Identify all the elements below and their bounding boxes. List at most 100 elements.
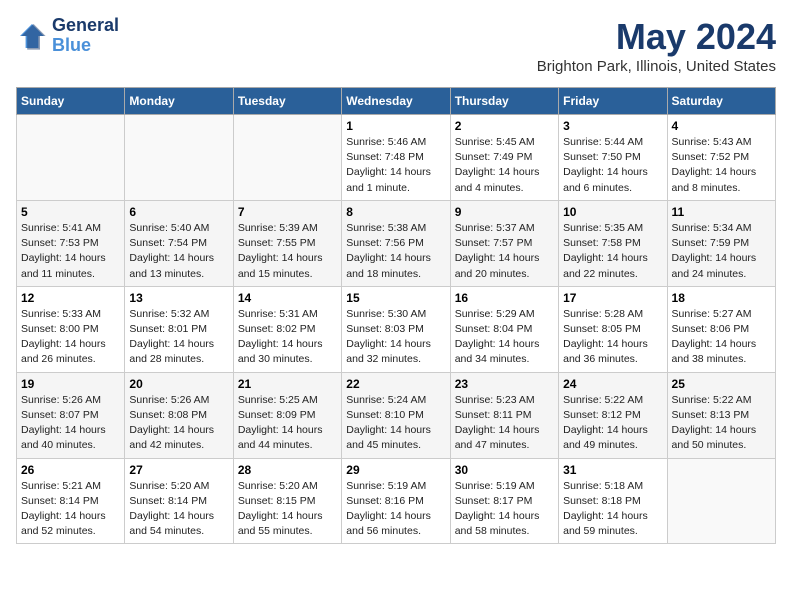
day-number: 11: [672, 205, 771, 219]
header-row: SundayMondayTuesdayWednesdayThursdayFrid…: [17, 88, 776, 115]
header-day-saturday: Saturday: [667, 88, 775, 115]
day-info: Sunrise: 5:37 AMSunset: 7:57 PMDaylight:…: [455, 221, 554, 282]
day-number: 5: [21, 205, 120, 219]
day-info: Sunrise: 5:26 AMSunset: 8:08 PMDaylight:…: [129, 393, 228, 454]
header-day-sunday: Sunday: [17, 88, 125, 115]
day-number: 8: [346, 205, 445, 219]
calendar-cell: 21Sunrise: 5:25 AMSunset: 8:09 PMDayligh…: [233, 372, 341, 458]
logo-line2: Blue: [52, 36, 119, 56]
header-day-wednesday: Wednesday: [342, 88, 450, 115]
day-info: Sunrise: 5:34 AMSunset: 7:59 PMDaylight:…: [672, 221, 771, 282]
day-number: 22: [346, 377, 445, 391]
calendar-table: SundayMondayTuesdayWednesdayThursdayFrid…: [16, 87, 776, 544]
header-day-monday: Monday: [125, 88, 233, 115]
logo-icon: [16, 20, 48, 52]
calendar-cell: [667, 458, 775, 544]
calendar-cell: [233, 115, 341, 201]
day-info: Sunrise: 5:20 AMSunset: 8:14 PMDaylight:…: [129, 479, 228, 540]
main-title: May 2024: [537, 16, 776, 58]
day-number: 30: [455, 463, 554, 477]
calendar-cell: 4 Sunrise: 5:43 AMSunset: 7:52 PMDaylight…: [667, 115, 775, 201]
day-info: Sunrise: 5:46 AMSunset: 7:48 PMDaylight:…: [346, 135, 445, 196]
day-info: Sunrise: 5:40 AMSunset: 7:54 PMDaylight:…: [129, 221, 228, 282]
day-number: 13: [129, 291, 228, 305]
calendar-cell: 16 Sunrise: 5:29 AMSunset: 8:04 PMDayligh…: [450, 286, 558, 372]
day-info: Sunrise: 5:23 AMSunset: 8:11 PMDaylight:…: [455, 393, 554, 454]
day-number: 7: [238, 205, 337, 219]
calendar-cell: 23Sunrise: 5:23 AMSunset: 8:11 PMDayligh…: [450, 372, 558, 458]
day-number: 3: [563, 119, 662, 133]
day-info: Sunrise: 5:19 AMSunset: 8:17 PMDaylight:…: [455, 479, 554, 540]
day-info: Sunrise: 5:27 AMSunset: 8:06 PMDaylight:…: [672, 307, 771, 368]
subtitle: Brighton Park, Illinois, United States: [537, 58, 776, 75]
calendar-body: 1 Sunrise: 5:46 AMSunset: 7:48 PMDaylight…: [17, 115, 776, 544]
day-number: 21: [238, 377, 337, 391]
title-block: May 2024 Brighton Park, Illinois, United…: [537, 16, 776, 75]
calendar-cell: 25 Sunrise: 5:22 AMSunset: 8:13 PMDayligh…: [667, 372, 775, 458]
day-info: Sunrise: 5:38 AMSunset: 7:56 PMDaylight:…: [346, 221, 445, 282]
calendar-cell: 27 Sunrise: 5:20 AMSunset: 8:14 PMDayligh…: [125, 458, 233, 544]
calendar-cell: 13 Sunrise: 5:32 AMSunset: 8:01 PMDayligh…: [125, 286, 233, 372]
day-info: Sunrise: 5:33 AMSunset: 8:00 PMDaylight:…: [21, 307, 120, 368]
day-number: 15: [346, 291, 445, 305]
page-header: General Blue May 2024 Brighton Park, Ill…: [16, 16, 776, 75]
day-info: Sunrise: 5:22 AMSunset: 8:13 PMDaylight:…: [672, 393, 771, 454]
calendar-cell: 19Sunrise: 5:26 AMSunset: 8:07 PMDayligh…: [17, 372, 125, 458]
day-number: 4: [672, 119, 771, 133]
day-number: 28: [238, 463, 337, 477]
calendar-week-3: 12 Sunrise: 5:33 AMSunset: 8:00 PMDayligh…: [17, 286, 776, 372]
day-number: 12: [21, 291, 120, 305]
calendar-cell: 22Sunrise: 5:24 AMSunset: 8:10 PMDayligh…: [342, 372, 450, 458]
day-info: Sunrise: 5:20 AMSunset: 8:15 PMDaylight:…: [238, 479, 337, 540]
day-info: Sunrise: 5:44 AMSunset: 7:50 PMDaylight:…: [563, 135, 662, 196]
calendar-cell: 20 Sunrise: 5:26 AMSunset: 8:08 PMDayligh…: [125, 372, 233, 458]
day-number: 20: [129, 377, 228, 391]
calendar-cell: 3 Sunrise: 5:44 AMSunset: 7:50 PMDaylight…: [559, 115, 667, 201]
day-info: Sunrise: 5:32 AMSunset: 8:01 PMDaylight:…: [129, 307, 228, 368]
day-number: 10: [563, 205, 662, 219]
day-info: Sunrise: 5:19 AMSunset: 8:16 PMDaylight:…: [346, 479, 445, 540]
day-number: 31: [563, 463, 662, 477]
calendar-cell: 15Sunrise: 5:30 AMSunset: 8:03 PMDayligh…: [342, 286, 450, 372]
day-info: Sunrise: 5:35 AMSunset: 7:58 PMDaylight:…: [563, 221, 662, 282]
header-day-tuesday: Tuesday: [233, 88, 341, 115]
calendar-cell: 10 Sunrise: 5:35 AMSunset: 7:58 PMDayligh…: [559, 200, 667, 286]
day-number: 6: [129, 205, 228, 219]
calendar-cell: [125, 115, 233, 201]
day-number: 26: [21, 463, 120, 477]
calendar-cell: [17, 115, 125, 201]
calendar-header: SundayMondayTuesdayWednesdayThursdayFrid…: [17, 88, 776, 115]
day-info: Sunrise: 5:26 AMSunset: 8:07 PMDaylight:…: [21, 393, 120, 454]
day-number: 17: [563, 291, 662, 305]
calendar-cell: 5 Sunrise: 5:41 AMSunset: 7:53 PMDaylight…: [17, 200, 125, 286]
calendar-cell: 26 Sunrise: 5:21 AMSunset: 8:14 PMDayligh…: [17, 458, 125, 544]
calendar-cell: 14Sunrise: 5:31 AMSunset: 8:02 PMDayligh…: [233, 286, 341, 372]
calendar-cell: 12 Sunrise: 5:33 AMSunset: 8:00 PMDayligh…: [17, 286, 125, 372]
calendar-cell: 1 Sunrise: 5:46 AMSunset: 7:48 PMDaylight…: [342, 115, 450, 201]
day-number: 9: [455, 205, 554, 219]
day-number: 14: [238, 291, 337, 305]
calendar-cell: 8 Sunrise: 5:38 AMSunset: 7:56 PMDaylight…: [342, 200, 450, 286]
calendar-cell: 24Sunrise: 5:22 AMSunset: 8:12 PMDayligh…: [559, 372, 667, 458]
day-number: 1: [346, 119, 445, 133]
day-number: 25: [672, 377, 771, 391]
calendar-cell: 28 Sunrise: 5:20 AMSunset: 8:15 PMDayligh…: [233, 458, 341, 544]
day-number: 2: [455, 119, 554, 133]
day-number: 27: [129, 463, 228, 477]
day-info: Sunrise: 5:18 AMSunset: 8:18 PMDaylight:…: [563, 479, 662, 540]
calendar-cell: 11 Sunrise: 5:34 AMSunset: 7:59 PMDayligh…: [667, 200, 775, 286]
calendar-week-1: 1 Sunrise: 5:46 AMSunset: 7:48 PMDaylight…: [17, 115, 776, 201]
day-info: Sunrise: 5:41 AMSunset: 7:53 PMDaylight:…: [21, 221, 120, 282]
day-info: Sunrise: 5:29 AMSunset: 8:04 PMDaylight:…: [455, 307, 554, 368]
day-number: 18: [672, 291, 771, 305]
calendar-cell: 17Sunrise: 5:28 AMSunset: 8:05 PMDayligh…: [559, 286, 667, 372]
day-number: 24: [563, 377, 662, 391]
day-info: Sunrise: 5:45 AMSunset: 7:49 PMDaylight:…: [455, 135, 554, 196]
day-info: Sunrise: 5:21 AMSunset: 8:14 PMDaylight:…: [21, 479, 120, 540]
calendar-cell: 30 Sunrise: 5:19 AMSunset: 8:17 PMDayligh…: [450, 458, 558, 544]
day-info: Sunrise: 5:43 AMSunset: 7:52 PMDaylight:…: [672, 135, 771, 196]
calendar-week-2: 5 Sunrise: 5:41 AMSunset: 7:53 PMDaylight…: [17, 200, 776, 286]
calendar-cell: 9 Sunrise: 5:37 AMSunset: 7:57 PMDaylight…: [450, 200, 558, 286]
calendar-week-4: 19Sunrise: 5:26 AMSunset: 8:07 PMDayligh…: [17, 372, 776, 458]
day-number: 16: [455, 291, 554, 305]
